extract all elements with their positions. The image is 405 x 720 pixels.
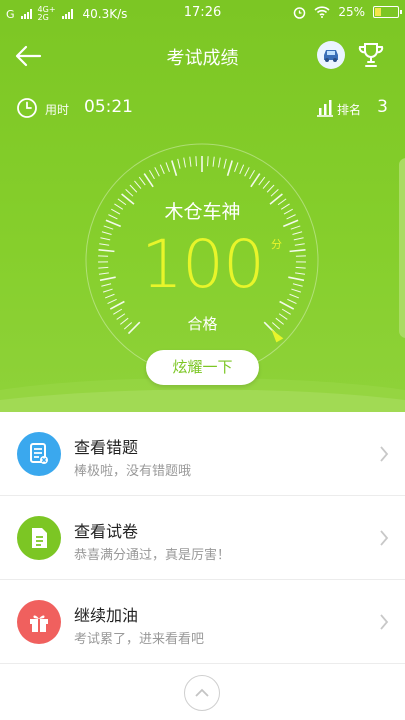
gauge-tick	[258, 176, 266, 186]
driver-title: 木仓车神	[164, 201, 241, 223]
action-list: 查看错题 棒极啦，没有错题哦 查看试卷 恭喜满分通过，真是厉害！ 继续加油 考试…	[0, 412, 405, 664]
gauge-tick	[249, 170, 256, 180]
gauge-tick	[138, 176, 146, 186]
list-item-subtitle: 棒极啦，没有错题哦	[74, 464, 192, 479]
chevron-up-icon	[195, 688, 209, 697]
result-status: 合格	[187, 315, 218, 333]
gauge-tick	[183, 157, 186, 168]
gauge-tick	[234, 162, 239, 172]
info-row: 用时 05:21 排名 3	[0, 94, 405, 124]
rank-value: 3	[377, 97, 388, 117]
list-item-subtitle: 恭喜满分通过，真是厉害！	[74, 548, 231, 563]
list-item-title: 继续加油	[74, 606, 139, 625]
list-item-title: 查看试卷	[74, 522, 139, 541]
gauge-tick	[244, 167, 250, 177]
ranking-chart-icon	[317, 100, 333, 117]
rank-label: 排名	[336, 103, 361, 117]
car-icon	[324, 50, 338, 62]
status-bar: G 4G+ 2G 40.3K/s 17:26 25%	[0, 0, 405, 28]
gauge-tick	[250, 173, 261, 188]
alarm-icon	[294, 6, 306, 19]
gauge-tick	[125, 189, 134, 197]
gauge-tick	[154, 167, 160, 177]
clock-icon	[17, 98, 37, 118]
paper-doc-icon	[17, 516, 61, 560]
gauge-tick	[212, 156, 215, 167]
gift-icon	[17, 600, 61, 644]
time-label: 用时	[45, 103, 70, 117]
gauge-tick	[270, 189, 279, 197]
gauge-tick	[195, 156, 197, 167]
status-right: 25%	[293, 5, 402, 19]
gauge-tick	[189, 156, 192, 167]
gauge-tick	[148, 170, 155, 180]
score-value: 100	[141, 226, 265, 303]
gauge-tick	[171, 160, 178, 177]
gauge-tick	[143, 173, 154, 188]
list-item-title: 查看错题	[74, 438, 139, 457]
gauge-tick	[129, 184, 138, 193]
share-button[interactable]: 炫耀一下	[146, 350, 259, 385]
gauge-tick	[239, 164, 245, 175]
nav-bar: 考试成绩	[0, 34, 405, 78]
scroll-up-button[interactable]	[184, 675, 220, 711]
list-item-gift[interactable]: 继续加油 考试累了，进来看看吧	[0, 580, 405, 664]
chevron-right-icon	[380, 530, 389, 546]
gauge-tick	[159, 164, 165, 175]
result-header: G 4G+ 2G 40.3K/s 17:26 25% 考试成绩 用时 05:21…	[0, 0, 405, 412]
trophy-icon[interactable]	[355, 39, 387, 71]
score-unit: 分	[271, 238, 282, 251]
wifi-icon	[314, 6, 330, 18]
list-item-mistakes[interactable]: 查看错题 棒极啦，没有错题哦	[0, 412, 405, 496]
mistakes-doc-icon	[17, 432, 61, 476]
gauge-tick	[266, 184, 275, 193]
gauge-tick	[218, 157, 221, 168]
gauge-tick	[165, 162, 170, 172]
gauge-tick	[207, 156, 209, 167]
gauge-tick	[223, 158, 227, 169]
chevron-right-icon	[380, 614, 389, 630]
gauge-tick	[226, 160, 233, 177]
car-button[interactable]	[317, 41, 345, 69]
gauge-tick	[262, 180, 270, 189]
battery-percent: 25%	[338, 5, 365, 19]
time-value: 05:21	[84, 97, 133, 117]
gauge-tick	[134, 180, 142, 189]
battery-icon	[373, 6, 402, 18]
chevron-right-icon	[380, 446, 389, 462]
gauge-tick	[177, 158, 181, 169]
list-item-paper[interactable]: 查看试卷 恭喜满分通过，真是厉害！	[0, 496, 405, 580]
list-item-subtitle: 考试累了，进来看看吧	[74, 632, 205, 647]
